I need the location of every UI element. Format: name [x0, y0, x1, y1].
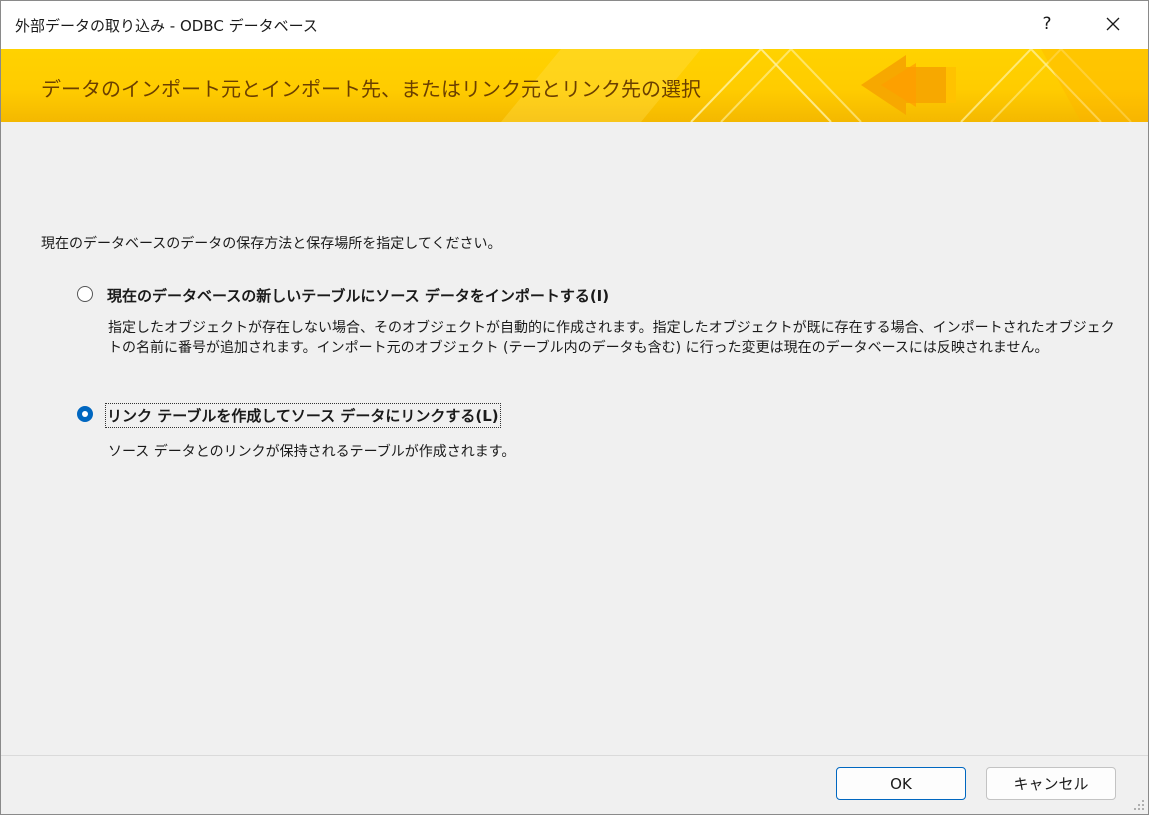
import-dialog: 外部データの取り込み - ODBC データベース ? データのインポート元とイン… [0, 0, 1149, 815]
link-option-label[interactable]: リンク テーブルを作成してソース データにリンクする(L) [105, 403, 501, 428]
header-banner: データのインポート元とインポート先、またはリンク元とリンク先の選択 [1, 49, 1148, 122]
import-option-label[interactable]: 現在のデータベースの新しいテーブルにソース データをインポートする(I) [107, 285, 609, 306]
resize-grip-icon[interactable] [1133, 799, 1145, 811]
ok-button[interactable]: OK [836, 767, 966, 800]
cancel-button[interactable]: キャンセル [986, 767, 1116, 800]
import-option-description: 指定したオブジェクトが存在しない場合、そのオブジェクトが自動的に作成されます。指… [108, 320, 1115, 356]
footer-divider [1, 755, 1148, 756]
window-title: 外部データの取り込み - ODBC データベース [15, 17, 318, 35]
link-option-description: ソース データとのリンクが保持されるテーブルが作成されます。 [108, 444, 516, 460]
help-button[interactable]: ? [1028, 5, 1066, 43]
help-icon: ? [1042, 14, 1052, 34]
close-icon [1106, 17, 1120, 31]
radio-selected-dot [82, 411, 88, 417]
banner-heading: データのインポート元とインポート先、またはリンク元とリンク先の選択 [41, 77, 701, 101]
close-button[interactable] [1092, 5, 1134, 43]
title-bar: 外部データの取り込み - ODBC データベース ? [1, 1, 1148, 49]
link-radio[interactable] [77, 406, 93, 422]
instruction-text: 現在のデータベースのデータの保存方法と保存場所を指定してください。 [41, 236, 502, 252]
import-radio[interactable] [77, 286, 93, 302]
